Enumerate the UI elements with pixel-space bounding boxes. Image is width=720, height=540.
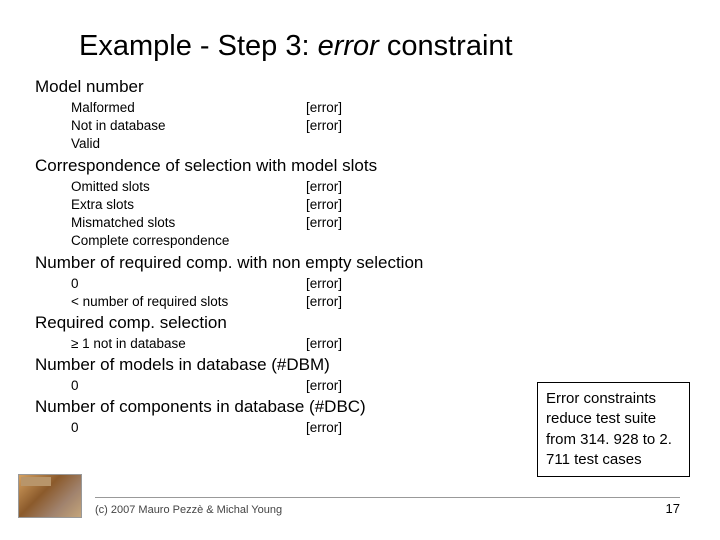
list-item: 0[error] xyxy=(71,275,485,293)
list-item: ≥ 1 not in database[error] xyxy=(71,335,485,353)
section-heading: Number of components in database (#DBC) xyxy=(35,397,485,417)
section-heading: Required comp. selection xyxy=(35,313,485,333)
list-item: Malformed[error] xyxy=(71,99,485,117)
page-number: 17 xyxy=(666,501,680,516)
section-heading: Number of required comp. with non empty … xyxy=(35,253,485,273)
list-item: 0[error] xyxy=(71,419,485,437)
section-heading: Correspondence of selection with model s… xyxy=(35,156,485,176)
list-item: Valid xyxy=(71,135,485,153)
section-heading: Number of models in database (#DBM) xyxy=(35,355,485,375)
footer: (c) 2007 Mauro Pezzè & Michal Young 17 xyxy=(95,501,680,516)
list-item: Extra slots[error] xyxy=(71,196,485,214)
section-items: Malformed[error] Not in database[error] … xyxy=(71,99,485,154)
footer-divider xyxy=(95,497,680,498)
book-cover-icon xyxy=(18,474,82,518)
list-item: Omitted slots[error] xyxy=(71,178,485,196)
title-italic: error xyxy=(318,30,379,62)
content: Model number Malformed[error] Not in dat… xyxy=(55,77,485,438)
list-item: Not in database[error] xyxy=(71,117,485,135)
section-items: 0[error] < number of required slots[erro… xyxy=(71,275,485,311)
list-item: Mismatched slots[error] xyxy=(71,214,485,232)
section-items: 0[error] xyxy=(71,377,485,395)
title-right: constraint xyxy=(379,30,513,62)
section-items: ≥ 1 not in database[error] xyxy=(71,335,485,353)
list-item: < number of required slots[error] xyxy=(71,293,485,311)
section-items: 0[error] xyxy=(71,419,485,437)
list-item: Complete correspondence xyxy=(71,232,485,250)
copyright: (c) 2007 Mauro Pezzè & Michal Young xyxy=(95,504,282,516)
callout-box: Error constraints reduce test suite from… xyxy=(537,382,690,477)
section-items: Omitted slots[error] Extra slots[error] … xyxy=(71,178,485,251)
section-heading: Model number xyxy=(35,77,485,97)
title-left: Example - Step 3: xyxy=(79,30,318,62)
slide-title: Example - Step 3: error constraint xyxy=(79,30,680,63)
list-item: 0[error] xyxy=(71,377,485,395)
